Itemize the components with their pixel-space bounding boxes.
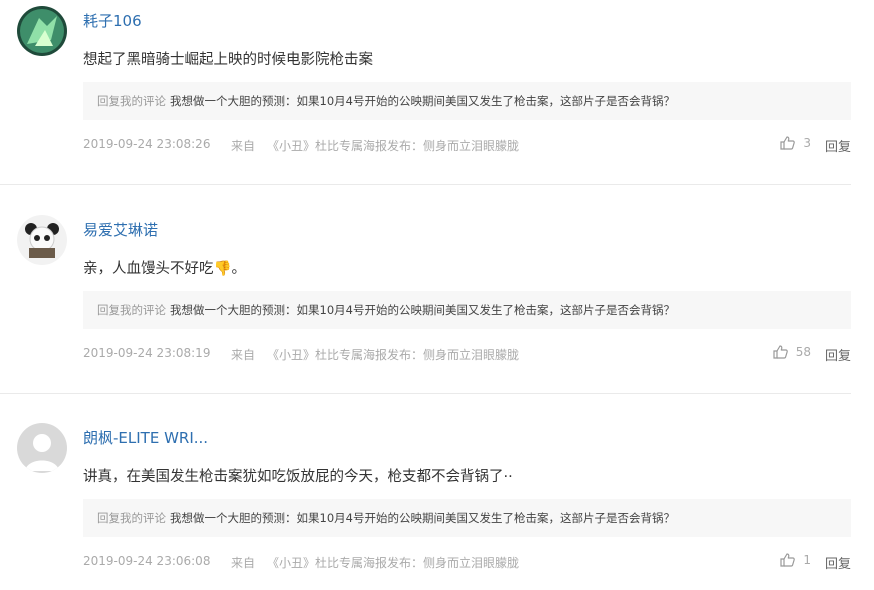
reply-button[interactable]: 回复 [825, 345, 851, 364]
quote-text: 我想做一个大胆的预测：如果10月4号开始的公映期间美国又发生了枪击案，这部片子是… [170, 94, 675, 108]
username-link[interactable]: 易爱艾琳诺 [83, 219, 158, 240]
timestamp: 2019-09-24 23:08:26 [83, 137, 211, 151]
comment-item: 朗枫-ELITE WRI... 讲真，在美国发生枪击案犹如吃饭放屁的今天，枪支都… [0, 417, 874, 590]
avatar[interactable] [17, 6, 67, 56]
from-label: 来自 [231, 139, 256, 153]
like-button[interactable]: 1 [780, 553, 811, 567]
quoted-reply: 回复我的评论 我想做一个大胆的预测：如果10月4号开始的公映期间美国又发生了枪击案… [83, 499, 851, 537]
comment-item: 易爱艾琳诺 亲，人血馒头不好吃👎。 回复我的评论 我想做一个大胆的预测：如果10月… [0, 209, 874, 394]
source-info: 来自 《小丑》杜比专属海报发布：侧身而立泪眼朦胧 [231, 137, 519, 154]
quoted-reply: 回复我的评论 我想做一个大胆的预测：如果10月4号开始的公映期间美国又发生了枪击案… [83, 291, 851, 329]
comment-item: 耗子106 想起了黑暗骑士崛起上映的时候电影院枪击案 回复我的评论 我想做一个大胆… [0, 0, 874, 185]
comment-meta: 2019-09-24 23:08:26 来自 《小丑》杜比专属海报发布：侧身而立泪… [83, 136, 851, 155]
source-info: 来自 《小丑》杜比专属海报发布：侧身而立泪眼朦胧 [231, 554, 519, 571]
source-info: 来自 《小丑》杜比专属海报发布：侧身而立泪眼朦胧 [231, 346, 519, 363]
username-link[interactable]: 朗枫-ELITE WRI... [83, 427, 208, 448]
quote-label: 回复我的评论 [97, 511, 166, 525]
avatar[interactable] [17, 215, 67, 265]
quote-label: 回复我的评论 [97, 94, 166, 108]
comment-text: 亲，人血馒头不好吃👎。 [83, 261, 247, 277]
from-label: 来自 [231, 556, 256, 570]
comment-text: 讲真，在美国发生枪击案犹如吃饭放屁的今天，枪支都不会背锅了·· [83, 469, 513, 485]
like-count: 3 [803, 136, 811, 150]
quote-text: 我想做一个大胆的预测：如果10月4号开始的公映期间美国又发生了枪击案，这部片子是… [170, 303, 675, 317]
timestamp: 2019-09-24 23:08:19 [83, 346, 211, 360]
avatar[interactable] [17, 423, 67, 473]
quote-label: 回复我的评论 [97, 303, 166, 317]
divider [0, 393, 851, 394]
thumbs-up-icon [773, 345, 788, 359]
like-button[interactable]: 3 [780, 136, 811, 150]
source-article-link[interactable]: 《小丑》杜比专属海报发布：侧身而立泪眼朦胧 [267, 556, 519, 570]
like-count: 58 [795, 345, 811, 359]
timestamp: 2019-09-24 23:06:08 [83, 554, 211, 568]
like-count: 1 [803, 553, 811, 567]
source-article-link[interactable]: 《小丑》杜比专属海报发布：侧身而立泪眼朦胧 [267, 348, 519, 362]
divider [0, 184, 851, 185]
from-label: 来自 [231, 348, 256, 362]
thumbs-up-icon [780, 553, 796, 567]
comment-text: 想起了黑暗骑士崛起上映的时候电影院枪击案 [83, 52, 373, 68]
like-button[interactable]: 58 [773, 345, 811, 359]
source-article-link[interactable]: 《小丑》杜比专属海报发布：侧身而立泪眼朦胧 [267, 139, 519, 153]
reply-button[interactable]: 回复 [825, 136, 851, 155]
username-link[interactable]: 耗子106 [83, 10, 142, 31]
thumbs-up-icon [780, 136, 796, 150]
reply-button[interactable]: 回复 [825, 553, 851, 572]
quoted-reply: 回复我的评论 我想做一个大胆的预测：如果10月4号开始的公映期间美国又发生了枪击案… [83, 82, 851, 120]
quote-text: 我想做一个大胆的预测：如果10月4号开始的公映期间美国又发生了枪击案，这部片子是… [170, 511, 675, 525]
comment-meta: 2019-09-24 23:08:19 来自 《小丑》杜比专属海报发布：侧身而立泪… [83, 345, 851, 364]
comment-meta: 2019-09-24 23:06:08 来自 《小丑》杜比专属海报发布：侧身而立泪… [83, 553, 851, 572]
